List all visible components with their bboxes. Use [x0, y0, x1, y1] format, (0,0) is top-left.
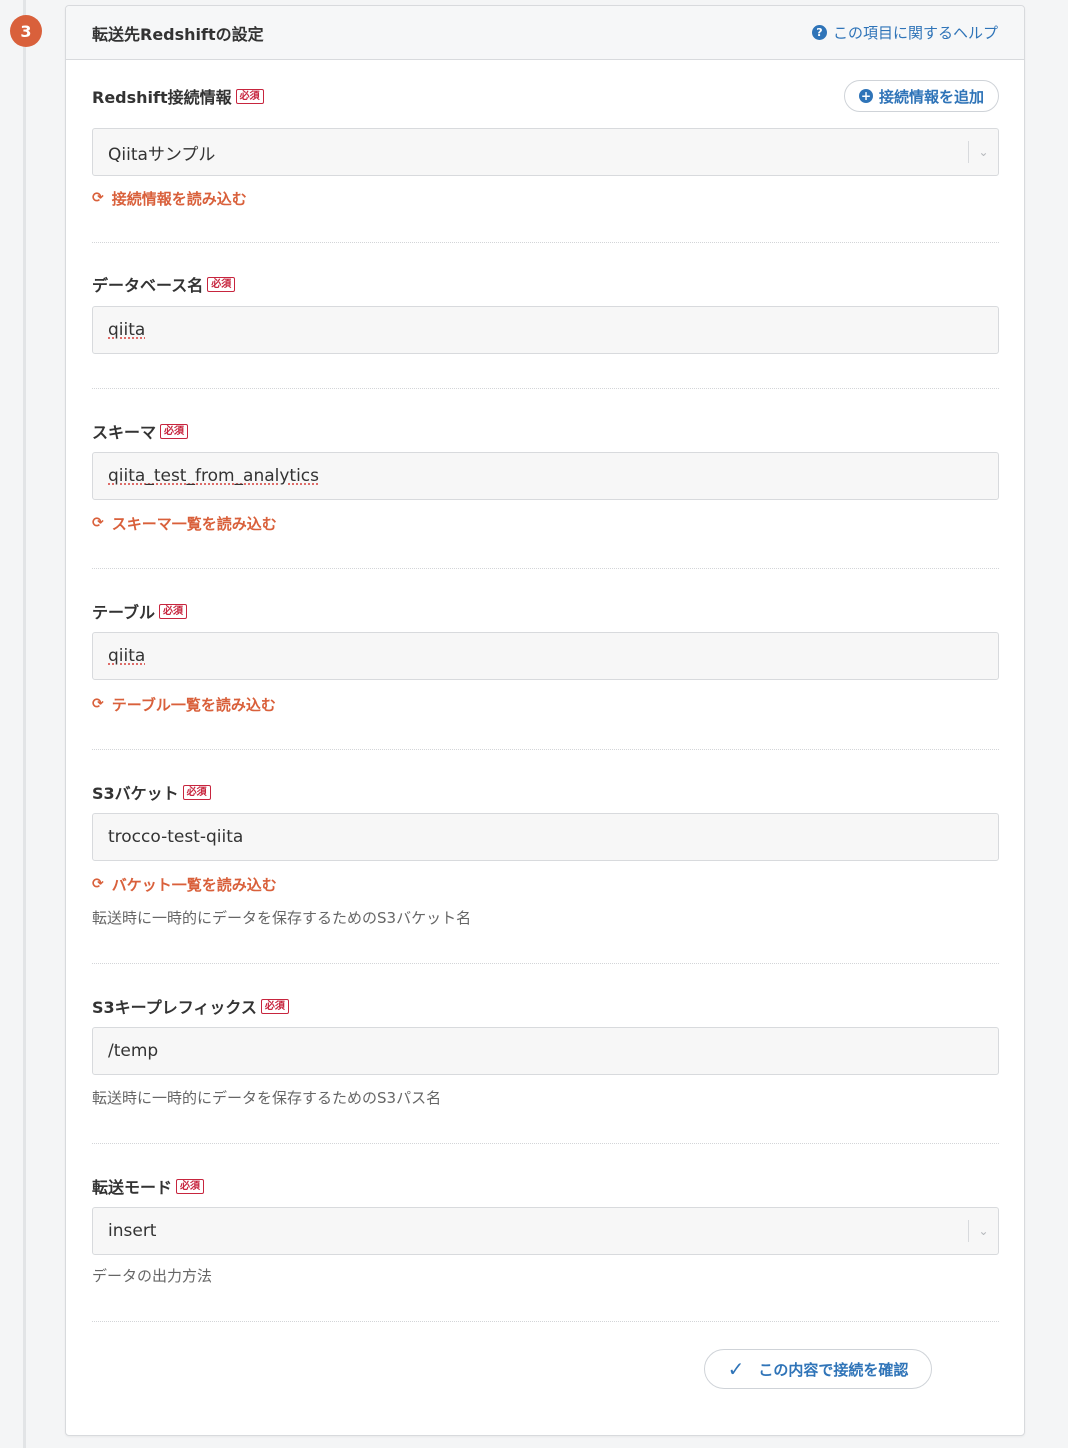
mode-label: 転送モード 必須 — [92, 1174, 999, 1198]
add-connection-button[interactable]: + 接続情報を追加 — [843, 80, 999, 112]
database-input[interactable]: qiita — [92, 306, 999, 354]
question-circle-icon: ? — [811, 25, 827, 40]
required-badge: 必須 — [160, 423, 189, 439]
required-badge: 必須 — [176, 1178, 205, 1194]
schema-input[interactable]: qiita_test_from_analytics — [92, 452, 999, 500]
required-badge: 必須 — [207, 276, 236, 292]
divider — [92, 1321, 999, 1322]
divider — [92, 388, 999, 389]
divider — [92, 568, 999, 569]
help-link[interactable]: ? この項目に関するヘルプ — [811, 22, 998, 43]
divider — [92, 242, 999, 243]
required-badge: 必須 — [159, 603, 188, 619]
chevron-down-icon: ⌄ — [968, 1220, 998, 1242]
step-number-badge: 3 — [10, 15, 42, 47]
required-badge: 必須 — [235, 88, 264, 104]
bucket-hint: 転送時に一時的にデータを保存するためのS3バケット名 — [92, 909, 472, 927]
schema-label: スキーマ 必須 — [92, 419, 999, 443]
connection-select[interactable]: Qiitaサンプル ⌄ — [92, 128, 999, 176]
reload-bucket-link[interactable]: ⟳ バケット一覧を読み込む — [92, 873, 999, 895]
mode-hint: データの出力方法 — [92, 1267, 213, 1285]
connection-label: Redshift接続情報 必須 — [92, 84, 264, 108]
connection-select-wrap: Qiitaサンプル ⌄ — [92, 128, 999, 176]
mode-select[interactable]: insert ⌄ — [92, 1207, 999, 1255]
divider — [92, 1143, 999, 1144]
divider — [92, 963, 999, 964]
required-badge: 必須 — [182, 784, 211, 800]
reload-icon: ⟳ — [92, 190, 104, 206]
panel-header: 転送先Redshiftの設定 ? この項目に関するヘルプ — [66, 6, 1024, 60]
bucket-input[interactable]: trocco-test-qiita — [92, 813, 999, 861]
prefix-input[interactable]: /temp — [92, 1027, 999, 1075]
confirm-connection-button[interactable]: ✓ この内容で接続を確認 — [704, 1349, 932, 1389]
plus-circle-icon: + — [858, 89, 873, 103]
reload-connection-link[interactable]: ⟳ 接続情報を読み込む — [92, 187, 999, 209]
database-label: データベース名 必須 — [92, 272, 999, 296]
redshift-settings-panel: 転送先Redshiftの設定 ? この項目に関するヘルプ Redshift接続情… — [65, 5, 1025, 1436]
prefix-label: S3キープレフィックス 必須 — [92, 994, 999, 1018]
connection-field: Redshift接続情報 必須 + 接続情報を追加 — [92, 80, 999, 112]
reload-icon: ⟳ — [92, 696, 104, 712]
reload-table-link[interactable]: ⟳ テーブル一覧を読み込む — [92, 693, 999, 715]
divider — [92, 749, 999, 750]
bucket-label: S3バケット 必須 — [92, 780, 999, 804]
help-link-label: この項目に関するヘルプ — [832, 24, 998, 42]
table-input[interactable]: qiita — [92, 632, 999, 680]
reload-schema-link[interactable]: ⟳ スキーマ一覧を読み込む — [92, 512, 999, 534]
required-badge: 必須 — [260, 998, 289, 1014]
chevron-down-icon: ⌄ — [968, 141, 998, 163]
prefix-hint: 転送時に一時的にデータを保存するためのS3パス名 — [92, 1089, 442, 1107]
table-label: テーブル 必須 — [92, 599, 999, 623]
timeline-line — [23, 0, 26, 1448]
panel-title: 転送先Redshiftの設定 — [92, 24, 264, 44]
reload-icon: ⟳ — [92, 876, 104, 892]
reload-icon: ⟳ — [92, 515, 104, 531]
check-icon: ✓ — [727, 1357, 745, 1381]
